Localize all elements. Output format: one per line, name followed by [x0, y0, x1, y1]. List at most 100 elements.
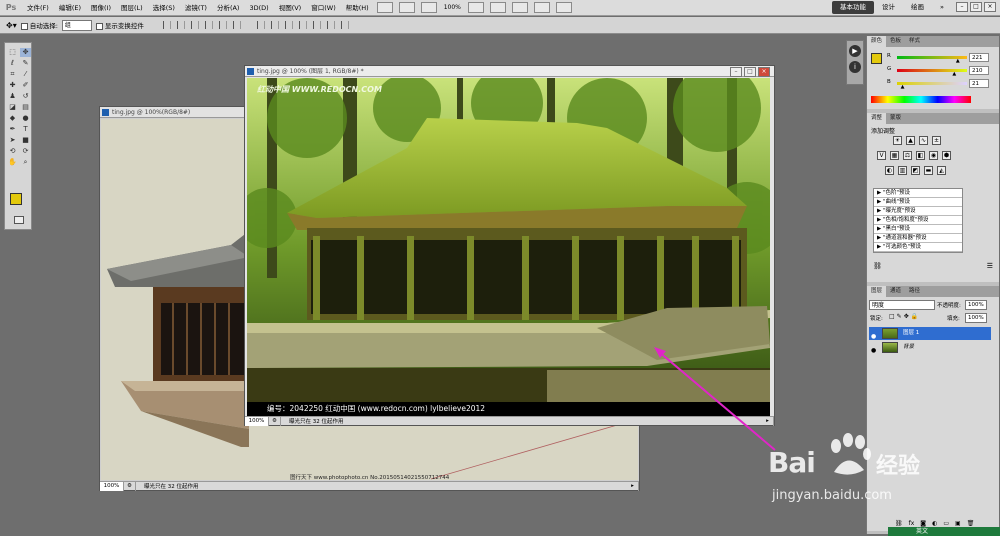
fill-field[interactable]: 100% — [965, 313, 987, 323]
trash-icon[interactable]: 🗑 — [967, 520, 975, 527]
new-layer-icon[interactable]: ▣ — [955, 520, 961, 527]
menu-item-0[interactable]: 文件(F) — [22, 0, 54, 16]
auto-select-dropdown[interactable]: 组 — [61, 19, 92, 31]
document-title-bar[interactable]: ting.jpg @ 100% (图层 1, RGB/8#) * – □ × — [245, 66, 774, 77]
green-slider[interactable]: G ▲ 210 — [887, 66, 997, 77]
3d-rotate-icon[interactable]: ⟲ — [7, 147, 18, 156]
layer-row-background[interactable]: ● 背景 — [869, 341, 991, 354]
tab-masks[interactable]: 蒙版 — [886, 113, 905, 124]
close-button[interactable]: × — [984, 2, 996, 12]
doc-close-button[interactable]: × — [758, 67, 770, 77]
show-transform-checkbox[interactable] — [95, 22, 103, 30]
channel-value-field[interactable]: 210 — [969, 66, 989, 75]
menu-item-8[interactable]: 视图(V) — [274, 0, 307, 16]
blur-tool-icon[interactable]: ◆ — [7, 114, 18, 123]
align-top-icon[interactable] — [162, 21, 171, 29]
auto-align-icon[interactable] — [340, 21, 349, 29]
threshold-icon[interactable]: ◩ — [911, 166, 920, 175]
align-bottom-icon[interactable] — [190, 21, 199, 29]
menu-item-1[interactable]: 编辑(E) — [54, 0, 86, 16]
preset-item[interactable]: ▶ "通道混和器"预设 — [874, 234, 962, 243]
tab-color[interactable]: 颜色 — [867, 36, 887, 47]
quick-select-tool-icon[interactable]: ✎ — [20, 59, 31, 68]
preset-item[interactable]: ▶ "曲线"预设 — [874, 198, 962, 207]
tab-swatches[interactable]: 色板 — [886, 36, 905, 47]
align-left-icon[interactable] — [204, 21, 213, 29]
selective-color-icon[interactable]: ◭ — [937, 166, 946, 175]
opacity-field[interactable]: 100% — [965, 300, 987, 310]
zoom-level[interactable]: 100% — [444, 4, 461, 11]
hue-sat-icon[interactable]: ▦ — [890, 151, 899, 160]
workspace-painting[interactable]: 绘画 — [903, 1, 932, 14]
channel-track[interactable] — [897, 69, 967, 72]
align-hcenter-icon[interactable] — [218, 21, 227, 29]
menu-item-4[interactable]: 选择(S) — [148, 0, 180, 16]
distribute-hcenter-icon[interactable] — [312, 21, 321, 29]
show-transform-toggle[interactable]: 显示变换控件 — [95, 20, 144, 30]
crop-tool-icon[interactable]: ⌗ — [7, 70, 18, 79]
foreground-color-swatch[interactable] — [10, 193, 22, 205]
color-fg-swatch[interactable] — [871, 53, 882, 64]
blue-slider[interactable]: B ▲ 21 — [887, 79, 997, 90]
path-select-icon[interactable]: ➤ — [7, 136, 18, 145]
type-tool-icon[interactable]: T — [20, 125, 31, 134]
channel-thumb-icon[interactable]: ▲ — [952, 71, 956, 77]
distribute-right-icon[interactable] — [326, 21, 335, 29]
brightness-icon[interactable]: ☀ — [893, 136, 902, 145]
invert-icon[interactable]: ◐ — [885, 166, 894, 175]
doc-minimize-button[interactable]: – — [730, 67, 742, 77]
levels-icon[interactable]: ▲ — [906, 136, 915, 145]
auto-select-checkbox[interactable] — [20, 22, 28, 30]
3d-orbit-icon[interactable]: ⟳ — [20, 147, 31, 156]
channel-value-field[interactable]: 221 — [969, 53, 989, 62]
eraser-tool-icon[interactable]: ◪ — [7, 103, 18, 112]
zoom-tool-button[interactable] — [489, 2, 506, 13]
adjust-clip-icon[interactable]: ⛓ — [873, 262, 882, 272]
menu-item-3[interactable]: 图层(L) — [116, 0, 148, 16]
menu-item-10[interactable]: 帮助(H) — [341, 0, 374, 16]
preset-item[interactable]: ▶ "黑白"预设 — [874, 225, 962, 234]
status-icon[interactable]: ⚙ — [124, 481, 136, 491]
mini-bridge-button[interactable] — [398, 2, 415, 13]
history-brush-icon[interactable]: ↺ — [20, 92, 31, 101]
menu-item-9[interactable]: 窗口(W) — [306, 0, 341, 16]
hand-tool-button[interactable] — [467, 2, 484, 13]
black-white-icon[interactable]: ◧ — [916, 151, 925, 160]
lasso-tool-icon[interactable]: ℓ — [7, 59, 18, 68]
preset-item[interactable]: ▶ "可选颜色"预设 — [874, 243, 962, 252]
distribute-top-icon[interactable] — [256, 21, 265, 29]
auto-select-toggle[interactable]: 自动选择: — [20, 20, 58, 30]
color-spectrum-bar[interactable] — [871, 96, 971, 103]
tab-layers[interactable]: 图层 — [867, 286, 887, 297]
move-tool-icon[interactable]: ✥ — [20, 48, 31, 57]
gradient-tool-icon[interactable]: ▤ — [20, 103, 31, 112]
align-vcenter-icon[interactable] — [176, 21, 185, 29]
channel-mixer-icon[interactable]: ⬢ — [942, 151, 951, 160]
menu-item-5[interactable]: 滤镜(T) — [180, 0, 212, 16]
maximize-button[interactable]: □ — [970, 2, 982, 12]
preset-item[interactable]: ▶ "色相/饱和度"预设 — [874, 216, 962, 225]
distribute-vcenter-icon[interactable] — [270, 21, 279, 29]
menu-item-7[interactable]: 3D(D) — [244, 0, 273, 16]
adjust-options-icon[interactable]: ☰ — [987, 262, 993, 272]
arrange-docs-button[interactable] — [533, 2, 550, 13]
quick-mask-button[interactable] — [14, 216, 24, 224]
menu-item-6[interactable]: 分析(A) — [212, 0, 245, 16]
visibility-eye-icon[interactable]: ● — [871, 344, 876, 357]
distribute-left-icon[interactable] — [298, 21, 307, 29]
gradient-map-icon[interactable]: ▬ — [924, 166, 933, 175]
preset-item[interactable]: ▶ "色阶"预设 — [874, 189, 962, 198]
photo-filter-icon[interactable]: ◉ — [929, 151, 938, 160]
view-extras-button[interactable] — [420, 2, 437, 13]
tab-paths[interactable]: 路径 — [905, 286, 924, 297]
posterize-icon[interactable]: ▥ — [898, 166, 907, 175]
clone-stamp-icon[interactable]: ♟ — [7, 92, 18, 101]
hand-tool-icon[interactable]: ✋ — [7, 158, 18, 167]
zoom-field[interactable]: 100% — [100, 481, 124, 491]
exposure-icon[interactable]: ± — [932, 136, 941, 145]
shape-tool-icon[interactable]: ■ — [20, 136, 31, 145]
dodge-tool-icon[interactable]: ● — [20, 114, 31, 123]
channel-track[interactable] — [897, 82, 967, 85]
menu-item-2[interactable]: 图像(I) — [86, 0, 116, 16]
curves-icon[interactable]: ∿ — [919, 136, 928, 145]
